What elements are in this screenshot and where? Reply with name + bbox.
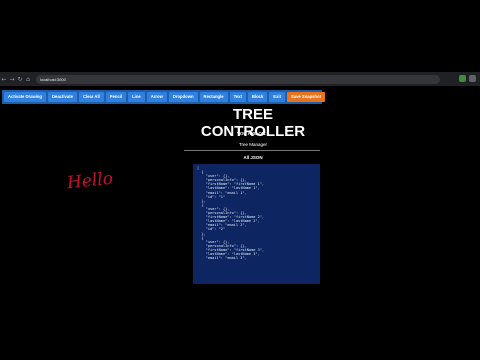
back-icon[interactable]: ← <box>0 76 8 83</box>
drawing-toolbar: Activate Drawing Deactivate Clear All Pe… <box>2 90 325 104</box>
browser-toolbar: ← → ↻ ⌂ localhost:3000 <box>0 72 480 86</box>
home-icon[interactable]: ⌂ <box>24 76 32 83</box>
extensions-area <box>459 75 476 82</box>
clear-all-button[interactable]: Clear All <box>78 92 104 102</box>
reload-icon[interactable]: ↻ <box>16 76 24 83</box>
json-content: [ { "user": {}, "personalInfo": {}, "fir… <box>197 166 265 261</box>
address-bar[interactable]: localhost:3000 <box>36 74 440 84</box>
arrow-button[interactable]: Arrow <box>146 92 167 102</box>
dropdown-button[interactable]: Dropdown <box>168 92 198 102</box>
section-heading: Tree Manager <box>238 142 268 147</box>
save-snapshot-button[interactable]: Save Snapshot <box>286 92 325 102</box>
url-text: localhost:3000 <box>40 76 66 82</box>
forward-icon[interactable]: → <box>8 76 16 83</box>
json-heading: All JSON <box>243 155 263 160</box>
text-button[interactable]: Text <box>229 92 246 102</box>
divider <box>184 150 320 151</box>
location-line: YOU ARE ON: / <box>236 131 270 136</box>
block-button[interactable]: Block <box>247 92 268 102</box>
exit-button[interactable]: Exit <box>269 92 285 102</box>
screen: ← → ↻ ⌂ localhost:3000 Activate Drawing … <box>0 72 480 284</box>
rectangle-button[interactable]: Rectangle <box>199 92 228 102</box>
deactivate-button[interactable]: Deactivate <box>47 92 77 102</box>
extension-icon[interactable] <box>459 75 466 82</box>
pencil-button[interactable]: Pencil <box>105 92 127 102</box>
profile-icon[interactable] <box>469 75 476 82</box>
line-button[interactable]: Line <box>128 92 145 102</box>
activate-drawing-button[interactable]: Activate Drawing <box>4 92 46 102</box>
json-viewer[interactable]: [ { "user": {}, "personalInfo": {}, "fir… <box>193 164 320 284</box>
drawn-annotation: Hello <box>66 168 114 194</box>
